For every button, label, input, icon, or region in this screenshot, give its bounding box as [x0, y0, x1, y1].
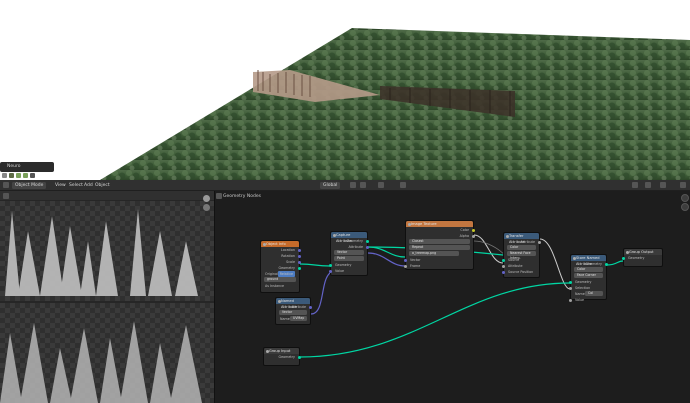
domain-dropdown[interactable]: Face Corner: [574, 273, 603, 278]
snap-icon[interactable]: [360, 182, 366, 188]
input-frame: Frame: [410, 264, 421, 268]
visibility-icon[interactable]: [632, 182, 638, 188]
shading-options-icon[interactable]: [680, 182, 686, 188]
extension-dropdown[interactable]: Repeat: [409, 245, 470, 250]
image-selector[interactable]: a_treemap.png: [409, 251, 459, 256]
image-editor-type-icon[interactable]: [3, 193, 9, 199]
rotate-icon[interactable]: [23, 173, 28, 178]
input-source-position: Source Position: [508, 270, 534, 274]
input-geometry: Geometry: [628, 256, 645, 260]
gizmo-icon[interactable]: [645, 182, 651, 188]
menu-select[interactable]: Select: [69, 182, 83, 189]
viewport-panel[interactable]: Neuro: [0, 162, 54, 172]
node-group-output[interactable]: Group Output Geometry: [622, 248, 663, 267]
output-geometry: Geometry: [278, 355, 295, 359]
input-value: Value: [335, 269, 345, 273]
node-store-named-attribute[interactable]: Store Named Attribute Geometry Color Fac…: [569, 254, 608, 302]
pan-icon[interactable]: [203, 204, 210, 211]
pivot-icon[interactable]: [350, 182, 356, 188]
mode-dropdown[interactable]: Object Mode: [12, 181, 47, 189]
menu-object[interactable]: Object: [95, 182, 110, 189]
viewport-panel-label: Neuro: [7, 163, 21, 169]
viewport-header: Object Mode View Select Add Object Globa…: [0, 180, 690, 191]
interpolation-dropdown[interactable]: Closest: [409, 239, 470, 244]
data-type-dropdown[interactable]: Vector: [279, 310, 307, 315]
menu-view[interactable]: View: [55, 182, 66, 189]
pan-icon[interactable]: [681, 203, 689, 211]
tree-texture-image: [0, 201, 214, 301]
viewport-icons[interactable]: [0, 172, 40, 179]
select-icon[interactable]: [9, 173, 14, 178]
orientation-dropdown[interactable]: Global: [320, 181, 341, 189]
tree-texture-image-2: [0, 303, 214, 403]
editor-type-icon[interactable]: [3, 182, 9, 188]
node-group-input[interactable]: Group Input Geometry: [263, 347, 301, 366]
scale-icon[interactable]: [30, 173, 35, 178]
terrain-render: [100, 28, 690, 180]
data-type-dropdown[interactable]: Vector: [334, 250, 364, 255]
data-type-dropdown[interactable]: Color: [574, 267, 603, 272]
zoom-icon[interactable]: [203, 195, 210, 202]
proportional-edit-icon[interactable]: [378, 182, 384, 188]
zoom-icon[interactable]: [681, 194, 689, 202]
name-field[interactable]: Col: [585, 291, 603, 296]
domain-dropdown[interactable]: Point: [334, 256, 364, 261]
name-field[interactable]: UVMap: [290, 316, 307, 321]
node-transfer-attribute[interactable]: Transfer Attribute Attribute Color Neare…: [502, 232, 541, 278]
node-editor[interactable]: Geometry Nodes Object Info Location Rota…: [214, 191, 690, 403]
data-type-dropdown[interactable]: Color: [507, 245, 536, 250]
menu-add[interactable]: Add: [84, 182, 93, 189]
3d-viewport[interactable]: Neuro: [0, 0, 690, 180]
node-named-attribute[interactable]: Named Attribute Attribute Vector Name UVM…: [275, 297, 312, 325]
move-icon[interactable]: [16, 173, 21, 178]
shading-icon[interactable]: [660, 182, 666, 188]
node-group-input-title: Group Input: [269, 349, 291, 353]
as-instance-checkbox[interactable]: As Instance: [265, 283, 284, 289]
node-object-info[interactable]: Object Info Location Rotation Scale Geom…: [260, 240, 301, 293]
node-capture-attribute[interactable]: Capture Attribute Geometry Attribute Vec…: [329, 231, 369, 276]
image-editor[interactable]: [0, 191, 214, 403]
node-image-texture-title: Image Texture: [411, 222, 437, 226]
overlay-icon[interactable]: [400, 182, 406, 188]
name-label: Name: [280, 317, 290, 321]
cursor-icon[interactable]: [2, 173, 7, 178]
node-object-info-title: Object Info: [266, 242, 286, 246]
object-field[interactable]: ground: [264, 277, 296, 282]
node-image-texture[interactable]: Image Texture Color Alpha Closest Repeat…: [404, 220, 475, 270]
node-group-output-title: Group Output: [629, 250, 654, 254]
mapping-dropdown[interactable]: Nearest Face Interp.: [507, 251, 536, 260]
image-editor-header: [0, 191, 214, 200]
input-value: Value: [575, 298, 585, 302]
